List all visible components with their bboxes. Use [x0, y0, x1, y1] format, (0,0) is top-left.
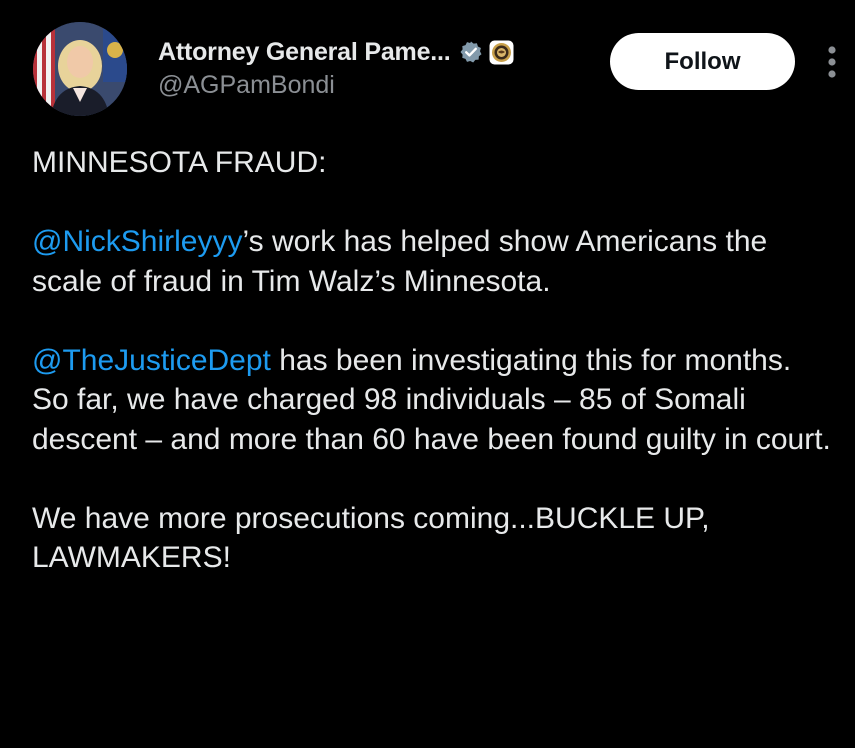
author-handle[interactable]: @AGPamBondi: [158, 71, 514, 100]
follow-button[interactable]: Follow: [610, 33, 795, 90]
doj-seal-icon[interactable]: [489, 40, 514, 65]
tweet-paragraph-1: @NickShirleyyy’s work has helped show Am…: [32, 222, 832, 301]
avatar[interactable]: [33, 22, 127, 116]
mention-link-thejusticedept[interactable]: @TheJusticeDept: [32, 344, 271, 377]
tweet-heading: MINNESOTA FRAUD:: [32, 146, 327, 179]
name-row: Attorney General Pame...: [158, 34, 514, 70]
more-vertical-icon[interactable]: [822, 42, 842, 82]
tweet-text: MINNESOTA FRAUD: @NickShirleyyy’s work h…: [32, 143, 832, 578]
avatar-image: [33, 22, 127, 116]
tweet-paragraph-2: @TheJusticeDept has been investigating t…: [32, 341, 832, 460]
tweet-header: Attorney General Pame... @AGPamBondi Fol…: [0, 0, 855, 130]
tweet-paragraph-3: We have more prosecutions coming...BUCKL…: [32, 501, 710, 575]
author-display-name[interactable]: Attorney General Pame...: [158, 38, 451, 67]
mention-link-nickshirleyyy[interactable]: @NickShirleyyy: [32, 225, 242, 258]
author-identity: Attorney General Pame... @AGPamBondi: [158, 34, 514, 100]
verified-badge-icon[interactable]: [459, 40, 483, 64]
